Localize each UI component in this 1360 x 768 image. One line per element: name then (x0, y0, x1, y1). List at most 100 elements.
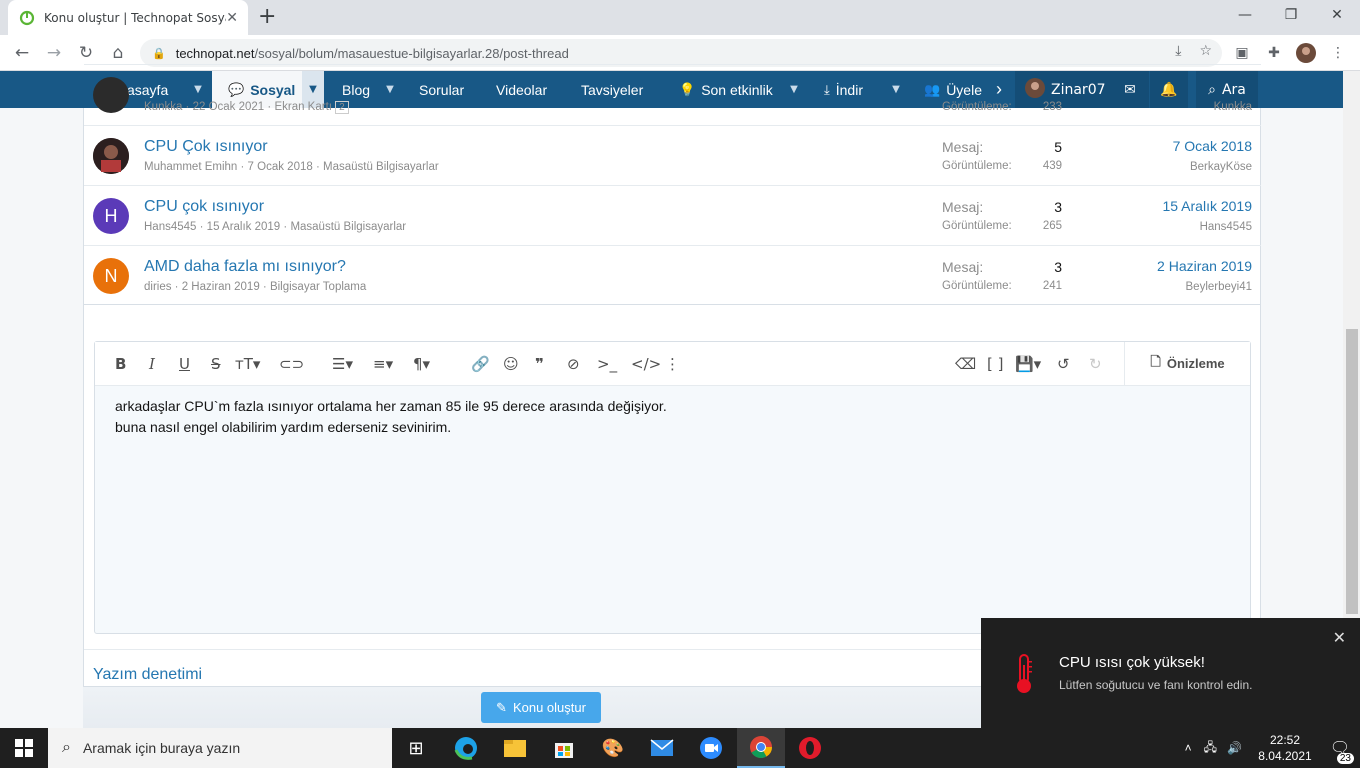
paragraph-icon[interactable]: ¶▾ (413, 354, 430, 374)
store-icon[interactable] (540, 728, 588, 768)
reload-icon[interactable]: ↻ (74, 41, 98, 65)
quote-icon[interactable]: ❞ (535, 354, 544, 374)
zoom-icon[interactable] (687, 728, 735, 768)
message-editor: B I U S тT▾ ⊂⊃ ☰▾ ≡▾ ¶▾ 🔗 ☺ ❞ ⊘ >_ </> ⋮… (94, 341, 1251, 634)
spoiler-icon[interactable]: ⊘ (567, 354, 580, 374)
create-thread-button[interactable]: ✎ Konu oluştur (481, 692, 601, 723)
bold-icon[interactable]: B (115, 354, 126, 374)
window-controls: — ❐ ✕ (1222, 0, 1360, 30)
italic-icon[interactable]: I (149, 354, 155, 374)
editor-line: arkadaşlar CPU`m fazla ısınıyor ortalama… (115, 398, 667, 414)
table-row[interactable]: H CPU çok ısınıyor Hans4545 · 15 Aralık … (84, 185, 1261, 245)
views-value: 265 (1042, 220, 1062, 232)
last-post-date[interactable]: 2 Haziran 2019 (1157, 258, 1252, 274)
home-icon[interactable]: ⌂ (106, 41, 130, 65)
toast-title: CPU ısısı çok yüksek! (1059, 654, 1205, 671)
thread-title[interactable]: CPU çok ısınıyor (144, 198, 264, 216)
opera-gx-icon[interactable] (786, 728, 834, 768)
close-icon[interactable]: ✕ (1333, 628, 1346, 647)
minimize-icon[interactable]: — (1222, 0, 1268, 30)
editor-toolbar: B I U S тT▾ ⊂⊃ ☰▾ ≡▾ ¶▾ 🔗 ☺ ❞ ⊘ >_ </> ⋮… (95, 342, 1250, 386)
toast-message: Lütfen soğutucu ve fanı kontrol edin. (1059, 678, 1253, 692)
action-center-icon[interactable]: 🗨 23 (1320, 738, 1360, 764)
bookmark-star-icon[interactable]: ☆ (1199, 43, 1212, 59)
taskbar-search-input[interactable]: ⌕ Aramak için buraya yazın (48, 728, 392, 768)
close-window-icon[interactable]: ✕ (1314, 0, 1360, 30)
network-icon[interactable]: 🖧 (1204, 738, 1217, 759)
mail-icon[interactable] (638, 728, 686, 768)
emoji-icon[interactable]: ☺ (503, 354, 519, 374)
redo-icon[interactable]: ↻ (1089, 354, 1102, 374)
thread-meta: Muhammet Emihn · 7 Ocak 2018 · Masaüstü … (144, 161, 439, 173)
list-icon[interactable]: ☰▾ (332, 354, 353, 374)
kebab-menu-icon[interactable]: ⋮ (1328, 43, 1348, 63)
thread-meta: diries · 2 Haziran 2019 · Bilgisayar Top… (144, 281, 367, 293)
link-icon[interactable]: 🔗 (471, 354, 490, 374)
chrome-icon[interactable] (737, 728, 785, 768)
system-tray: ˄ 🖧 🔊 22:52 8.04.2021 🗨 23 (1185, 728, 1360, 768)
table-row[interactable]: N AMD daha fazla mı ısınıyor? diries · 2… (84, 245, 1261, 305)
profile-avatar[interactable] (1296, 43, 1316, 63)
taskbar: ⌕ Aramak için buraya yazın ⊞ 🎨 ˄ 🖧 🔊 22:5… (0, 728, 1360, 768)
browser-tabbar: Konu oluştur | Technopat Sosyal ✕ + — ❐ … (0, 0, 1360, 35)
underline-icon[interactable]: U (179, 354, 190, 374)
thread-title[interactable]: AMD daha fazla mı ısınıyor? (144, 258, 346, 276)
clock[interactable]: 22:52 8.04.2021 (1250, 732, 1320, 764)
preview-icon: 🗋 (1150, 353, 1161, 369)
eraser-icon[interactable]: ⌫ (955, 354, 976, 374)
inline-code-icon[interactable]: >_ (597, 354, 617, 374)
avatar[interactable] (93, 138, 129, 174)
chevron-up-icon[interactable]: ˄ (1185, 741, 1192, 755)
preview-button[interactable]: 🗋 Önizleme (1124, 342, 1250, 385)
last-user[interactable]: Beylerbeyi41 (1186, 281, 1252, 293)
back-icon[interactable]: ← (10, 41, 34, 65)
new-tab-icon[interactable]: + (258, 6, 276, 28)
last-user[interactable]: Kunkka (1214, 101, 1252, 113)
link-shape-icon[interactable]: ⊂⊃ (279, 354, 304, 374)
windows-start-icon[interactable] (0, 728, 48, 768)
font-size-icon[interactable]: тT▾ (235, 354, 260, 374)
spellcheck-link[interactable]: Yazım denetimi (93, 666, 202, 684)
last-user[interactable]: BerkayKöse (1190, 161, 1252, 173)
file-explorer-icon[interactable] (491, 728, 539, 768)
url-field[interactable]: 🔒 technopat.net/sosyal/bolum/masauestue-… (140, 39, 1222, 67)
thread-meta: Hans4545 · 15 Aralık 2019 · Masaüstü Bil… (144, 221, 407, 233)
paint-icon[interactable]: 🎨 (589, 728, 637, 768)
install-icon[interactable]: ⤓ (1175, 43, 1181, 59)
last-post-date[interactable]: 15 Aralık 2019 (1162, 198, 1252, 214)
avatar[interactable] (93, 77, 129, 113)
restore-icon[interactable]: ❐ (1268, 0, 1314, 30)
task-view-icon[interactable]: ⊞ (392, 728, 440, 768)
drafts-icon[interactable]: 💾▾ (1015, 354, 1041, 374)
table-row[interactable]: Kunkka · 22 Ocak 2021 · Ekran Kartı 2 Gö… (84, 64, 1261, 124)
url-host: technopat.net (175, 45, 255, 61)
scrollbar-thumb[interactable] (1346, 329, 1358, 614)
replies-value: 3 (1054, 199, 1062, 215)
table-row[interactable]: CPU Çok ısınıyor Muhammet Emihn · 7 Ocak… (84, 125, 1261, 185)
forward-icon[interactable]: → (42, 41, 66, 65)
undo-icon[interactable]: ↺ (1057, 354, 1070, 374)
views-value: 439 (1042, 160, 1062, 172)
bbcode-toggle-icon[interactable]: [ ] (987, 354, 1003, 374)
puzzle-icon[interactable]: ✚ (1264, 43, 1284, 63)
more-options-icon[interactable]: ⋮ (665, 354, 680, 374)
editor-content[interactable]: arkadaşlar CPU`m fazla ısınıyor ortalama… (115, 396, 667, 438)
browser-tab[interactable]: Konu oluştur | Technopat Sosyal ✕ (8, 0, 248, 35)
align-icon[interactable]: ≡▾ (373, 354, 393, 374)
edge-icon[interactable] (442, 728, 490, 768)
thread-meta: Kunkka · 22 Ocak 2021 · Ekran Kartı 2 (144, 101, 349, 114)
avatar[interactable]: N (93, 258, 129, 294)
code-icon[interactable]: </> (631, 354, 661, 374)
volume-icon[interactable]: 🔊 (1227, 741, 1242, 755)
last-user[interactable]: Hans4545 (1200, 221, 1252, 233)
tab-close-icon[interactable]: ✕ (226, 10, 238, 26)
strikethrough-icon[interactable]: S (211, 354, 221, 374)
extension-icon[interactable]: ▣ (1232, 43, 1252, 63)
replies-label: Mesaj: (942, 259, 984, 275)
last-post-date[interactable]: 7 Ocak 2018 (1173, 138, 1252, 154)
views-value: 241 (1042, 280, 1062, 292)
notification-count-badge: 23 (1336, 753, 1354, 764)
avatar[interactable]: H (93, 198, 129, 234)
notification-toast[interactable]: ✕ CPU ısısı çok yüksek! Lütfen soğutucu … (981, 618, 1360, 728)
thread-title[interactable]: CPU Çok ısınıyor (144, 138, 268, 156)
